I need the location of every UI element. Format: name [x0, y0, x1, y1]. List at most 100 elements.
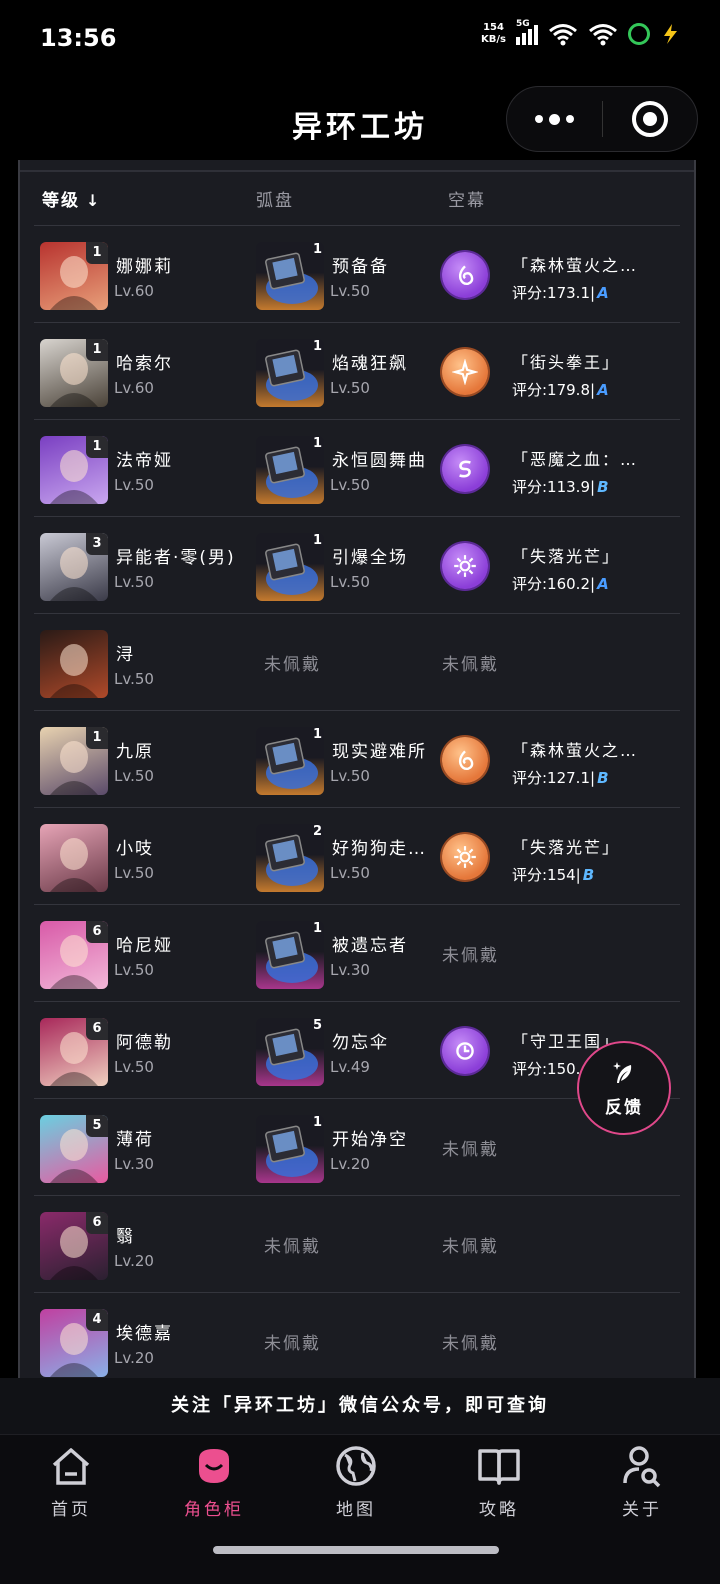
net-speed-value: 154: [483, 22, 504, 33]
shuriken-icon: [442, 349, 488, 395]
curtain-name: 「森林萤火之…: [512, 256, 639, 275]
net-speed-unit: KB/s: [481, 34, 506, 45]
character-avatar: 1: [40, 727, 108, 795]
character-rank-badge: 5: [86, 1115, 108, 1137]
curtain-grade: B: [597, 478, 609, 496]
character-rank-badge: 1: [86, 242, 108, 264]
signal-icon: 5G: [516, 19, 538, 45]
bottom-tab-bar: 首页 角色柜 地图 攻略 关于: [0, 1434, 720, 1584]
disk-image: 1: [256, 339, 324, 407]
curtain-score-label: 评分:113.9|: [512, 478, 596, 496]
curtain-score: 评分:127.1| B: [512, 767, 609, 788]
disk-name: 勿忘伞: [332, 1033, 389, 1053]
status-bar: 13:56 154 KB/s 5G: [0, 0, 720, 80]
table-row[interactable]: 3 异能者·零(男) Lv.50 1 引爆全场 Lv.50 「失落光芒」 评分:160.2| A: [34, 517, 680, 614]
column-curtain-label: 空幕: [448, 191, 486, 211]
character-avatar: 6: [40, 921, 108, 989]
column-level-label: 等级: [42, 191, 80, 211]
status-icons: 154 KB/s 5G: [481, 19, 680, 46]
character-name: 九原: [116, 742, 154, 762]
disk-level: Lv.50: [330, 767, 370, 785]
character-level: Lv.50: [114, 476, 154, 494]
curtain-empty-label: 未佩戴: [442, 946, 499, 966]
character-avatar: 4: [40, 1309, 108, 1377]
s-swirl-icon: [442, 446, 488, 492]
disk-level: Lv.49: [330, 1058, 370, 1076]
disk-image: 2: [256, 824, 324, 892]
curtain-score-label: 评分:179.8|: [512, 381, 596, 399]
character-avatar: 5: [40, 1115, 108, 1183]
curtain-score-label: 评分:150.: [512, 1060, 581, 1078]
disk-rank-badge: 1: [312, 339, 322, 354]
feedback-label: 反馈: [605, 1097, 643, 1118]
more-button[interactable]: [507, 87, 602, 151]
disk-rank-badge: 1: [312, 533, 322, 548]
disk-rank-badge: 5: [312, 1018, 322, 1033]
curtain-score: 评分:150.: [512, 1058, 582, 1079]
character-level: Lv.50: [114, 670, 154, 688]
table-row[interactable]: 6 翳 Lv.20 未佩戴 未佩戴: [34, 1196, 680, 1293]
tab-guide[interactable]: 攻略: [444, 1443, 554, 1529]
character-rank-badge: 1: [86, 339, 108, 361]
character-avatar: 3: [40, 533, 108, 601]
character-level: Lv.50: [114, 573, 154, 591]
curtain-score: 评分:154| B: [512, 864, 594, 885]
disk-rank-badge: 2: [312, 824, 322, 839]
bolt-icon: [664, 24, 677, 44]
curtain-name: 「森林萤火之…: [512, 741, 639, 760]
curtain-name: 「失落光芒」: [512, 838, 621, 857]
column-disk-label: 弧盘: [256, 191, 294, 211]
disk-level: Lv.50: [330, 476, 370, 494]
curtain-grade: A: [597, 575, 609, 593]
table-row[interactable]: 6 哈尼娅 Lv.50 1 被遗忘者 Lv.30 未佩戴: [34, 905, 680, 1002]
character-table-panel: 等级 ↓ 弧盘 空幕 1 娜娜莉 Lv.60 1 预备备 Lv.50 「森林萤火之… 评分:17…: [18, 160, 696, 1378]
character-name: 阿德勒: [116, 1033, 173, 1053]
disk-name: 被遗忘者: [332, 936, 408, 956]
curtain-grade: A: [597, 381, 609, 399]
disk-level: Lv.50: [330, 573, 370, 591]
curtain-empty-label: 未佩戴: [442, 1237, 499, 1257]
ring-icon: [628, 23, 650, 45]
table-row[interactable]: 浔 Lv.50 未佩戴 未佩戴: [34, 614, 680, 711]
feedback-button[interactable]: 反馈: [577, 1041, 671, 1135]
tab-about[interactable]: 关于: [587, 1443, 697, 1529]
tab-guide-label: 攻略: [479, 1500, 519, 1520]
disk-level: Lv.50: [330, 282, 370, 300]
character-name: 哈尼娅: [116, 936, 173, 956]
character-name: 薄荷: [116, 1130, 154, 1150]
mini-program-capsule: [506, 86, 698, 152]
table-row[interactable]: 1 法帝娅 Lv.50 1 永恒圆舞曲 Lv.50 「恶魔之血：… 评分:113.9| B: [34, 420, 680, 517]
status-time: 13:56: [40, 24, 117, 52]
sort-by-level-button[interactable]: 等级 ↓: [42, 186, 101, 211]
table-row[interactable]: 1 哈索尔 Lv.60 1 焰魂狂飙 Lv.50 「街头拳王」 评分:179.8| A: [34, 323, 680, 420]
disk-name: 引爆全场: [332, 548, 408, 568]
character-level: Lv.20: [114, 1252, 154, 1270]
table-header: 等级 ↓ 弧盘 空幕: [34, 172, 680, 226]
table-row[interactable]: 小吱 Lv.50 2 好狗狗走… Lv.50 「失落光芒」 评分:154| B: [34, 808, 680, 905]
home-icon: [52, 1448, 90, 1485]
disk-level: Lv.50: [330, 864, 370, 882]
disk-rank-badge: 1: [312, 242, 322, 257]
disk-name: 永恒圆舞曲: [332, 451, 427, 471]
character-rank-badge: 6: [86, 1212, 108, 1234]
table-row[interactable]: 4 埃德嘉 Lv.20 未佩戴 未佩戴: [34, 1293, 680, 1378]
tab-character-cabinet[interactable]: 角色柜: [159, 1443, 269, 1529]
table-row[interactable]: 1 娜娜莉 Lv.60 1 预备备 Lv.50 「森林萤火之… 评分:173.1| A: [34, 226, 680, 323]
tab-map[interactable]: 地图: [301, 1443, 411, 1529]
disk-empty-label: 未佩戴: [264, 1334, 321, 1354]
home-indicator: [213, 1546, 499, 1554]
flame-spiral-icon: [442, 737, 488, 783]
character-icon: [199, 1449, 229, 1483]
table-row[interactable]: 1 九原 Lv.50 1 现实避难所 Lv.50 「森林萤火之… 评分:127.1| B: [34, 711, 680, 808]
table-row[interactable]: 5 薄荷 Lv.30 1 开始净空 Lv.20 未佩戴: [34, 1099, 680, 1196]
close-mini-program-button[interactable]: [603, 87, 698, 151]
character-rank-badge: 1: [86, 727, 108, 749]
curtain-empty-label: 未佩戴: [442, 1334, 499, 1354]
tab-home[interactable]: 首页: [16, 1443, 126, 1529]
disk-name: 焰魂狂飙: [332, 354, 408, 374]
disk-name: 开始净空: [332, 1130, 408, 1150]
disk-name: 好狗狗走…: [332, 839, 427, 859]
character-avatar: 6: [40, 1018, 108, 1086]
character-level: Lv.60: [114, 282, 154, 300]
signal-label: 5G: [516, 19, 530, 29]
